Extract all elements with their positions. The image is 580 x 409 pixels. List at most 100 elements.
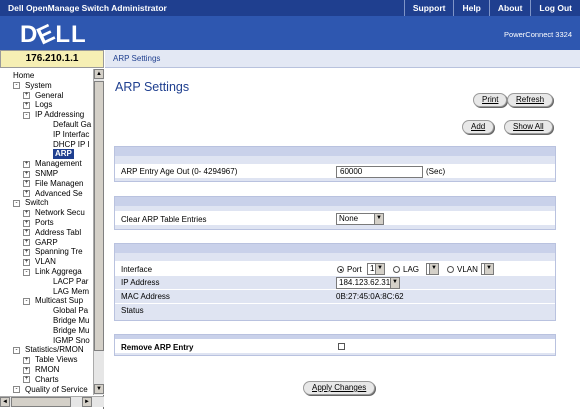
support-link[interactable]: Support <box>403 0 454 16</box>
expand-icon[interactable]: + <box>23 92 30 100</box>
lag-select[interactable]: ▼ <box>426 263 439 275</box>
chevron-down-icon[interactable]: ▼ <box>375 264 384 274</box>
tree-item-lag-mem[interactable]: LAG Mem <box>53 287 89 297</box>
expand-icon[interactable]: + <box>23 376 30 384</box>
expand-icon[interactable]: + <box>23 258 30 266</box>
tree-item-file-managen[interactable]: File Managen <box>35 179 83 189</box>
device-ip: 176.210.1.1 <box>0 50 104 68</box>
expand-icon[interactable]: + <box>23 248 30 256</box>
expand-icon[interactable]: + <box>23 190 30 198</box>
tree-item-bridge-mu[interactable]: Bridge Mu <box>53 316 89 326</box>
expand-icon[interactable]: + <box>23 209 30 217</box>
tree-item-garp[interactable]: GARP <box>35 238 58 248</box>
tree-item-general[interactable]: General <box>35 91 63 101</box>
ip-select[interactable]: 184.123.62.31 ▼ <box>336 277 400 289</box>
vlan-radio[interactable] <box>447 266 454 273</box>
tree-item-rmon[interactable]: RMON <box>35 365 59 375</box>
clear-select[interactable]: None ▼ <box>336 213 384 225</box>
scroll-right-icon[interactable]: ► <box>82 397 92 407</box>
expand-icon[interactable]: + <box>23 160 30 168</box>
scroll-up-icon[interactable]: ▲ <box>94 69 104 79</box>
tree-item-multicast-sup[interactable]: Multicast Sup <box>35 296 83 306</box>
lag-radio[interactable] <box>393 266 400 273</box>
tree-item-charts[interactable]: Charts <box>35 375 59 385</box>
add-button[interactable]: Add <box>462 120 495 134</box>
tree-item-address-tabl[interactable]: Address Tabl <box>35 228 81 238</box>
collapse-icon[interactable]: - <box>23 297 30 305</box>
expand-icon[interactable]: + <box>23 239 30 247</box>
logout-link[interactable]: Log Out <box>530 0 580 16</box>
tree-item-ip-addressing[interactable]: IP Addressing <box>35 110 84 120</box>
tree-item-dhcp-ip-i[interactable]: DHCP IP I <box>53 140 90 150</box>
tree-item-snmp[interactable]: SNMP <box>35 169 58 179</box>
tree-item-statistics-rmon[interactable]: Statistics/RMON <box>25 345 84 355</box>
apply-changes-button[interactable]: Apply Changes <box>303 381 376 395</box>
collapse-icon[interactable]: - <box>23 111 30 119</box>
tree-item-network-secu[interactable]: Network Secu <box>35 208 85 218</box>
about-link[interactable]: About <box>488 0 531 16</box>
tree-item-ip-interfac[interactable]: IP Interfac <box>53 130 89 140</box>
age-out-input[interactable]: 60000 <box>336 166 423 178</box>
tree-item-ports[interactable]: Ports <box>35 218 54 228</box>
tree-item-vlan[interactable]: VLAN <box>35 257 56 267</box>
expand-icon[interactable]: + <box>23 101 30 109</box>
status-row: Status <box>115 303 555 317</box>
tree-item-default-ga[interactable]: Default Ga <box>53 120 91 130</box>
tree-item-igmp-sno[interactable]: IGMP Sno <box>53 336 90 346</box>
port-radio[interactable] <box>337 266 344 273</box>
interface-label: Interface <box>121 265 153 274</box>
tree-item-table-views[interactable]: Table Views <box>35 355 78 365</box>
refresh-button[interactable]: Refresh <box>507 93 554 107</box>
tree-horizontal-scrollbar[interactable]: ◄ ► <box>0 396 104 407</box>
expand-icon[interactable]: + <box>23 180 30 188</box>
expand-icon[interactable]: + <box>23 366 30 374</box>
tree-item-home[interactable]: Home <box>13 71 34 81</box>
expand-icon[interactable]: + <box>23 219 30 227</box>
collapse-icon[interactable]: - <box>23 268 30 276</box>
section-header <box>115 197 555 206</box>
scroll-down-icon[interactable]: ▼ <box>94 384 104 394</box>
tree-item-system[interactable]: System <box>25 81 52 91</box>
print-button[interactable]: Print <box>473 93 508 107</box>
tree-vertical-scrollbar[interactable]: ▲ ▼ <box>93 69 104 395</box>
scroll-thumb[interactable] <box>94 81 104 351</box>
scroll-left-icon[interactable]: ◄ <box>0 397 10 407</box>
tree-item-switch[interactable]: Switch <box>25 198 49 208</box>
chevron-down-icon[interactable]: ▼ <box>429 264 438 274</box>
remove-checkbox[interactable] <box>338 343 345 350</box>
collapse-icon[interactable]: - <box>13 386 20 394</box>
expand-icon[interactable]: + <box>23 229 30 237</box>
page-title: ARP Settings <box>115 80 190 94</box>
chevron-down-icon[interactable]: ▼ <box>374 214 383 224</box>
vlan-label: VLAN <box>457 265 478 274</box>
tree-item-advanced-se[interactable]: Advanced Se <box>35 189 83 199</box>
collapse-icon[interactable]: - <box>13 82 20 90</box>
tree-item-quality-of-service[interactable]: Quality of Service <box>25 385 88 395</box>
help-link[interactable]: Help <box>453 0 488 16</box>
tree-item-management[interactable]: Management <box>35 159 82 169</box>
tree-item-arp[interactable]: ARP <box>53 149 74 160</box>
ip-row: IP Address 184.123.62.31 ▼ <box>115 275 555 289</box>
tree-item-spanning-tre[interactable]: Spanning Tre <box>35 247 83 257</box>
ip-select-value: 184.123.62.31 <box>339 278 391 287</box>
tree-item-global-pa[interactable]: Global Pa <box>53 306 88 316</box>
title-bar: Dell OpenManage Switch Administrator Sup… <box>0 0 580 16</box>
port-select[interactable]: 1 ▼ <box>367 263 385 275</box>
tree-item-logs[interactable]: Logs <box>35 100 52 110</box>
clear-row: Clear ARP Table Entries None ▼ <box>115 211 555 225</box>
remove-section: Remove ARP Entry <box>114 334 556 356</box>
show-all-button[interactable]: Show All <box>504 120 553 134</box>
expand-icon[interactable]: + <box>23 356 30 364</box>
expand-icon[interactable]: + <box>23 170 30 178</box>
ip-label: IP Address <box>121 278 160 287</box>
port-label: Port <box>347 265 362 274</box>
collapse-icon[interactable]: - <box>13 199 20 207</box>
collapse-icon[interactable]: - <box>13 346 20 354</box>
tree-item-bridge-mu[interactable]: Bridge Mu <box>53 326 89 336</box>
tree-item-link-aggrega[interactable]: Link Aggrega <box>35 267 82 277</box>
scroll-thumb-h[interactable] <box>11 397 71 407</box>
vlan-select[interactable]: ▼ <box>481 263 494 275</box>
chevron-down-icon[interactable]: ▼ <box>484 264 493 274</box>
chevron-down-icon[interactable]: ▼ <box>390 278 399 288</box>
tree-item-lacp-par[interactable]: LACP Par <box>53 277 88 287</box>
